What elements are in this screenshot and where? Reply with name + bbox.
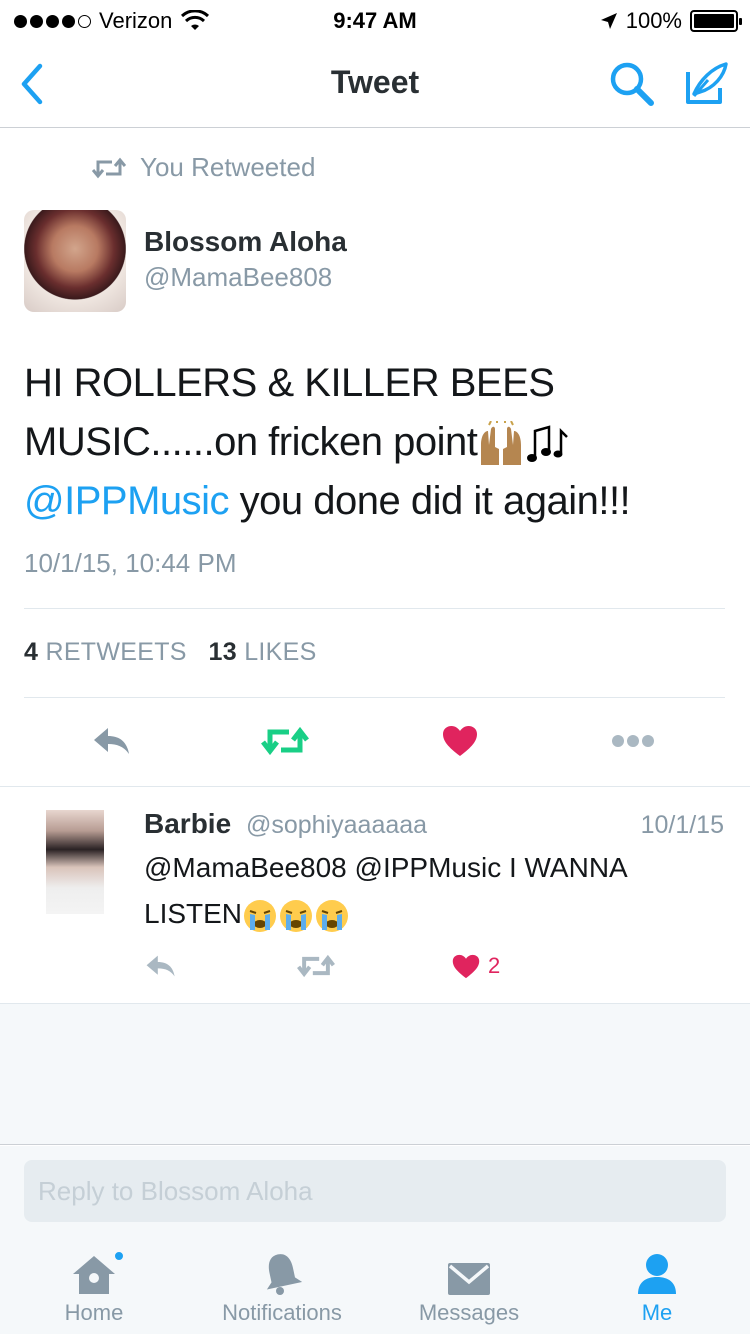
- status-bar: Verizon 9:47 AM 100%: [0, 0, 750, 40]
- tweet-text-line-3-rest: you done did it again!!!: [229, 479, 631, 523]
- retweet-button[interactable]: [255, 712, 315, 770]
- battery-percent: 100%: [625, 8, 682, 33]
- retweets-label: RETWEETS: [45, 638, 187, 666]
- reply-text-line-1: @MamaBee808 @IPPMusic I WANNA: [144, 852, 628, 883]
- retweets-count: 4: [24, 638, 39, 666]
- reply-text-line-2: LISTEN: [144, 891, 734, 937]
- bell-icon: [266, 1254, 302, 1295]
- tab-me-icon-wrap: [636, 1238, 678, 1296]
- tweet-text-line-2-text: MUSIC......on fricken point: [24, 420, 478, 464]
- reply-author-handle[interactable]: @sophiyaaaaaa: [246, 811, 427, 840]
- compose-tweet-button[interactable]: [680, 58, 732, 110]
- compose-icon: [686, 62, 728, 104]
- retweet-context-label: You Retweeted: [140, 152, 316, 182]
- tweet-timestamp: 10/1/15, 10:44 PM: [24, 548, 237, 578]
- empty-area: [0, 1003, 750, 1145]
- reply-like-button[interactable]: 2: [452, 946, 500, 986]
- heart-icon: [452, 954, 480, 978]
- tab-notifications-label: Notifications: [222, 1300, 342, 1325]
- mention-link[interactable]: @IPPMusic: [24, 479, 230, 523]
- home-notification-dot: [113, 1250, 125, 1262]
- reply-text: @MamaBee808 @IPPMusic I WANNA LISTEN: [144, 845, 734, 937]
- more-dots-icon: [612, 735, 654, 747]
- search-button[interactable]: [606, 58, 658, 110]
- musical-notes-icon: [527, 425, 569, 463]
- author-avatar[interactable]: [24, 210, 126, 312]
- retweet-icon: [297, 954, 335, 978]
- tab-notifications-icon-wrap: [262, 1238, 302, 1296]
- reply-input[interactable]: [24, 1160, 726, 1222]
- retweet-icon: [261, 726, 309, 756]
- tweet-stats: 4 RETWEETS 13 LIKES: [24, 638, 317, 667]
- tab-home[interactable]: Home: [44, 1238, 144, 1334]
- tab-home-icon-wrap: [71, 1238, 125, 1296]
- navigation-bar: Tweet: [0, 40, 750, 128]
- author-name[interactable]: Blossom Aloha: [144, 226, 347, 258]
- like-button[interactable]: [430, 712, 490, 770]
- location-arrow-icon: [600, 13, 617, 29]
- reply-reply-button[interactable]: [145, 946, 177, 986]
- tab-home-label: Home: [64, 1300, 124, 1325]
- divider: [24, 697, 725, 698]
- retweets-stat[interactable]: 4 RETWEETS: [24, 638, 187, 666]
- likes-count: 13: [208, 638, 237, 666]
- tweet-actions: [0, 712, 750, 770]
- tweet-text-line-3: @IPPMusic you done did it again!!!: [24, 472, 724, 531]
- reply-text-line-2-text: LISTEN: [144, 898, 243, 929]
- retweet-context: You Retweeted: [92, 152, 315, 183]
- author-handle[interactable]: @MamaBee808: [144, 262, 332, 293]
- status-right: 100%: [600, 8, 742, 34]
- tweet-text-line-1: HI ROLLERS & KILLER BEES: [24, 361, 555, 405]
- home-icon: [73, 1256, 115, 1294]
- reply-like-count: 2: [488, 953, 501, 978]
- tab-me[interactable]: Me: [612, 1238, 702, 1334]
- reply-author-avatar[interactable]: [46, 810, 104, 914]
- retweet-icon: [92, 157, 126, 178]
- tab-bar: Home Notifications Messages Me: [0, 1238, 750, 1334]
- reply-icon: [94, 728, 129, 754]
- tab-messages-label: Messages: [418, 1300, 520, 1325]
- reply-icon: [146, 955, 175, 977]
- profile-icon: [638, 1254, 676, 1294]
- search-icon: [610, 62, 654, 106]
- crying-face-emoji-icon: [280, 899, 313, 932]
- divider: [0, 786, 750, 787]
- reply-author-name[interactable]: Barbie: [144, 808, 231, 840]
- likes-label: LIKES: [244, 638, 317, 666]
- reply-tweet-actions: 2: [0, 946, 750, 986]
- tab-messages-icon-wrap: [447, 1238, 491, 1296]
- reply-date: 10/1/15: [640, 811, 724, 839]
- tweet-text-line-2: MUSIC......on fricken point: [24, 413, 724, 472]
- tab-messages[interactable]: Messages: [404, 1238, 534, 1334]
- heart-icon: [443, 726, 477, 756]
- likes-stat[interactable]: 13 LIKES: [209, 638, 317, 666]
- reply-retweet-button[interactable]: [297, 946, 335, 986]
- reply-button[interactable]: [82, 712, 142, 770]
- battery-icon: [690, 10, 742, 32]
- divider: [24, 608, 725, 609]
- tweet-text: HI ROLLERS & KILLER BEES MUSIC......on f…: [24, 354, 724, 531]
- raised-hands-emoji-icon: [481, 421, 522, 466]
- more-button[interactable]: [603, 712, 663, 770]
- envelope-icon: [448, 1263, 490, 1295]
- crying-face-emoji-icon: [244, 899, 277, 932]
- tab-me-label: Me: [641, 1300, 673, 1325]
- crying-face-emoji-icon: [316, 899, 349, 932]
- tab-notifications[interactable]: Notifications: [212, 1238, 352, 1334]
- reply-composer: [0, 1146, 750, 1238]
